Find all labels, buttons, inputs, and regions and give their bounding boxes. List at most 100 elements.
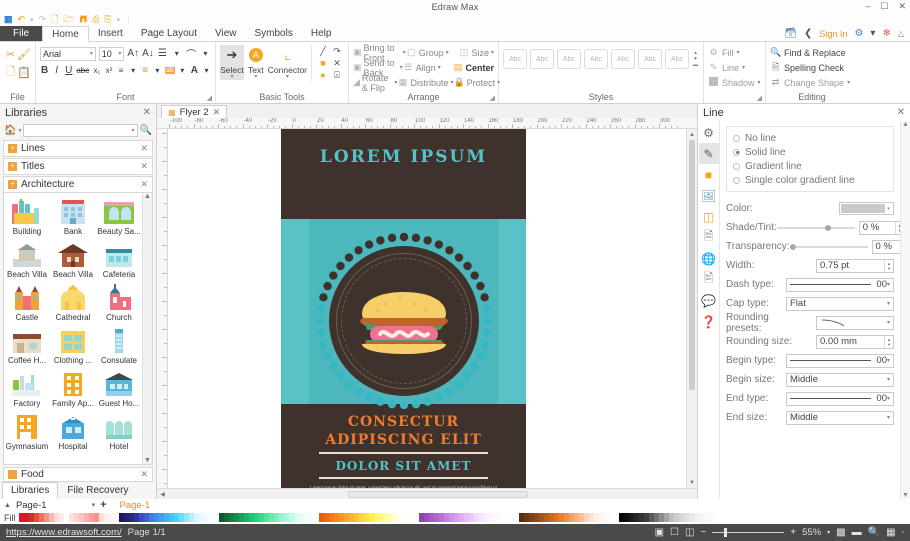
home-icon[interactable]: 🏠 bbox=[4, 125, 16, 136]
print-icon[interactable]: ⎙ bbox=[92, 15, 99, 24]
pen-line-icon[interactable]: ✎ bbox=[699, 143, 719, 164]
chevron-down-icon[interactable]: ▾ bbox=[18, 127, 21, 134]
library-category-architecture[interactable]: + Architecture ✕ bbox=[3, 176, 153, 193]
scroll-up-icon[interactable]: ▲ bbox=[144, 193, 151, 200]
chevron-down-icon[interactable]: ▾ bbox=[286, 75, 289, 80]
shape-item[interactable]: Guest Ho... bbox=[96, 368, 142, 411]
close-icon[interactable]: ✕ bbox=[143, 107, 151, 118]
close-icon[interactable]: ✕ bbox=[898, 2, 906, 11]
find-replace-button[interactable]: 🔍 Find & Replace bbox=[770, 45, 854, 60]
arrange-dialog-launcher[interactable]: ◢ bbox=[490, 94, 495, 102]
tool-select[interactable]: ➔ Select ▾ bbox=[220, 45, 244, 80]
paste-icon[interactable]: 📋 bbox=[17, 63, 31, 81]
transparency-slider[interactable] bbox=[790, 241, 868, 253]
style-preview-5[interactable]: Abc bbox=[611, 49, 635, 69]
color-picker-button[interactable]: ▾ bbox=[839, 202, 894, 215]
picture-icon[interactable]: 🖼 bbox=[699, 185, 719, 206]
resize-grip-icon[interactable]: ◦ bbox=[902, 529, 904, 536]
shape-item[interactable]: Clothing ... bbox=[50, 325, 96, 368]
line-panel-scrollbar[interactable]: ▲ ▼ bbox=[900, 121, 910, 499]
tool-connector[interactable]: ⌞ Connector ▾ bbox=[268, 45, 307, 80]
zoom-knob[interactable] bbox=[724, 528, 727, 537]
decrease-font-size-icon[interactable]: A↓ bbox=[142, 46, 154, 61]
sign-in-link[interactable]: Sign In bbox=[819, 29, 847, 39]
vertical-scroll-thumb[interactable] bbox=[689, 140, 695, 390]
highlight-caret-icon[interactable]: ▾ bbox=[178, 63, 187, 78]
line-spacing-caret-icon[interactable]: ▾ bbox=[129, 63, 138, 78]
subscript-icon[interactable]: x₁ bbox=[92, 63, 101, 78]
horizontal-scroll-thumb[interactable] bbox=[348, 491, 528, 498]
canvas-horizontal-scrollbar[interactable]: ◀ bbox=[157, 488, 697, 499]
shape-item[interactable]: Family Ap... bbox=[50, 368, 96, 411]
rounding-size-value[interactable]: 0.00 mm▲▼ bbox=[816, 335, 894, 349]
crop-icon[interactable]: ⍓ bbox=[330, 69, 344, 81]
edrawsoft-url-link[interactable]: https://www.edrawsoft.com/ bbox=[6, 527, 122, 538]
begin-size-combo[interactable]: Middle▾ bbox=[786, 373, 894, 387]
app-logo-icon[interactable]: ▦ bbox=[4, 15, 13, 24]
page-collapse-icon[interactable]: ▲ bbox=[4, 502, 11, 509]
scroll-left-icon[interactable]: ◀ bbox=[157, 491, 168, 498]
close-icon[interactable]: ✕ bbox=[897, 107, 905, 118]
align-caret-icon[interactable]: ▾ bbox=[171, 46, 182, 61]
shape-item[interactable]: Beauty Sa... bbox=[96, 196, 142, 239]
ribbon-tab-page-layout[interactable]: Page Layout bbox=[132, 26, 206, 41]
shape-item[interactable]: Castle bbox=[4, 282, 50, 325]
curve-text-icon[interactable]: ⌒ bbox=[185, 46, 196, 61]
radio-gradient-line[interactable]: Gradient line bbox=[733, 159, 887, 173]
style-preview-3[interactable]: Abc bbox=[557, 49, 581, 69]
underline-icon[interactable]: U bbox=[64, 63, 73, 78]
minimize-icon[interactable]: – bbox=[865, 2, 870, 11]
width-value[interactable]: 0.75 pt▲▼ bbox=[816, 259, 894, 273]
shade-tint-value[interactable]: 0 %▲▼ bbox=[859, 221, 900, 235]
page-view-icon[interactable]: ☐ bbox=[670, 527, 679, 538]
style-gallery-scroll[interactable]: ▲ ▼ ▬ bbox=[693, 51, 698, 67]
palette-swatch[interactable] bbox=[714, 513, 719, 522]
style-preview-1[interactable]: Abc bbox=[503, 49, 527, 69]
font-name-combo[interactable]: Arial ▾ bbox=[40, 47, 96, 61]
dash-type-combo[interactable]: 00▾ bbox=[786, 278, 894, 292]
gallery-more-icon[interactable]: ▬ bbox=[693, 63, 698, 67]
rectangle-shape-icon[interactable]: ■ bbox=[316, 57, 330, 69]
curve-caret-icon[interactable]: ▾ bbox=[200, 46, 211, 61]
cloud-save-icon[interactable]: 🗃 bbox=[784, 28, 797, 39]
shape-item[interactable]: Church bbox=[96, 282, 142, 325]
style-preview-4[interactable]: Abc bbox=[584, 49, 608, 69]
italic-icon[interactable]: I bbox=[52, 63, 61, 78]
zoom-region-icon[interactable]: 🔍 bbox=[868, 527, 880, 538]
highlight-color-icon[interactable]: ab bbox=[165, 63, 175, 78]
close-icon[interactable]: ✕ bbox=[140, 143, 148, 154]
fit-page-icon[interactable]: ▩ bbox=[836, 527, 845, 538]
style-preview-2[interactable]: Abc bbox=[530, 49, 554, 69]
search-input[interactable]: ▾ bbox=[23, 124, 137, 137]
bold-icon[interactable]: B bbox=[40, 63, 49, 78]
shape-square-icon[interactable]: ■ bbox=[699, 164, 719, 185]
center-button[interactable]: ▤Center bbox=[452, 62, 494, 73]
close-icon[interactable]: ✕ bbox=[140, 179, 148, 190]
gear-caret-icon[interactable]: ▾ bbox=[870, 28, 875, 39]
line-button[interactable]: ✎ Line ▾ bbox=[708, 60, 761, 75]
chevron-down-icon[interactable]: ▾ bbox=[230, 75, 233, 80]
font-color-icon[interactable]: A bbox=[190, 63, 199, 78]
share-icon[interactable]: ❮ bbox=[804, 28, 812, 39]
distribute-button[interactable]: ▦Distribute▾ bbox=[398, 77, 454, 88]
rotate-flip-button[interactable]: ◢Rotate & Flip▾ bbox=[353, 73, 398, 93]
qat-caret-icon[interactable]: ▾ bbox=[117, 16, 121, 24]
print-preview-icon[interactable]: ⎘ bbox=[104, 15, 111, 24]
scroll-down-icon[interactable]: ▼ bbox=[687, 477, 697, 488]
tab-libraries[interactable]: Libraries bbox=[2, 482, 58, 499]
shape-item[interactable]: Factory bbox=[4, 368, 50, 411]
slider-knob[interactable] bbox=[825, 225, 831, 231]
fit-width-icon[interactable]: ▬ bbox=[852, 527, 862, 538]
document-icon[interactable]: 🗎 bbox=[699, 227, 719, 248]
undo-icon[interactable]: ↶ bbox=[18, 15, 26, 24]
scroll-down-icon[interactable]: ▼ bbox=[144, 457, 151, 464]
close-icon[interactable]: ✕ bbox=[140, 161, 148, 172]
end-size-combo[interactable]: Middle▾ bbox=[786, 411, 894, 425]
chevron-down-icon[interactable]: ▾ bbox=[254, 75, 257, 80]
page-tab-page-1[interactable]: Page-1 bbox=[120, 500, 151, 511]
shape-item[interactable]: Cafeteria bbox=[96, 239, 142, 282]
flyer-document[interactable]: LOREM IPSUM bbox=[281, 129, 526, 488]
protect-button[interactable]: 🔒Protect▾ bbox=[454, 77, 501, 88]
group-button[interactable]: ▢Group▾ bbox=[406, 47, 459, 58]
document-tab-flyer-2[interactable]: ▦ Flyer 2 ✕ bbox=[161, 105, 227, 118]
